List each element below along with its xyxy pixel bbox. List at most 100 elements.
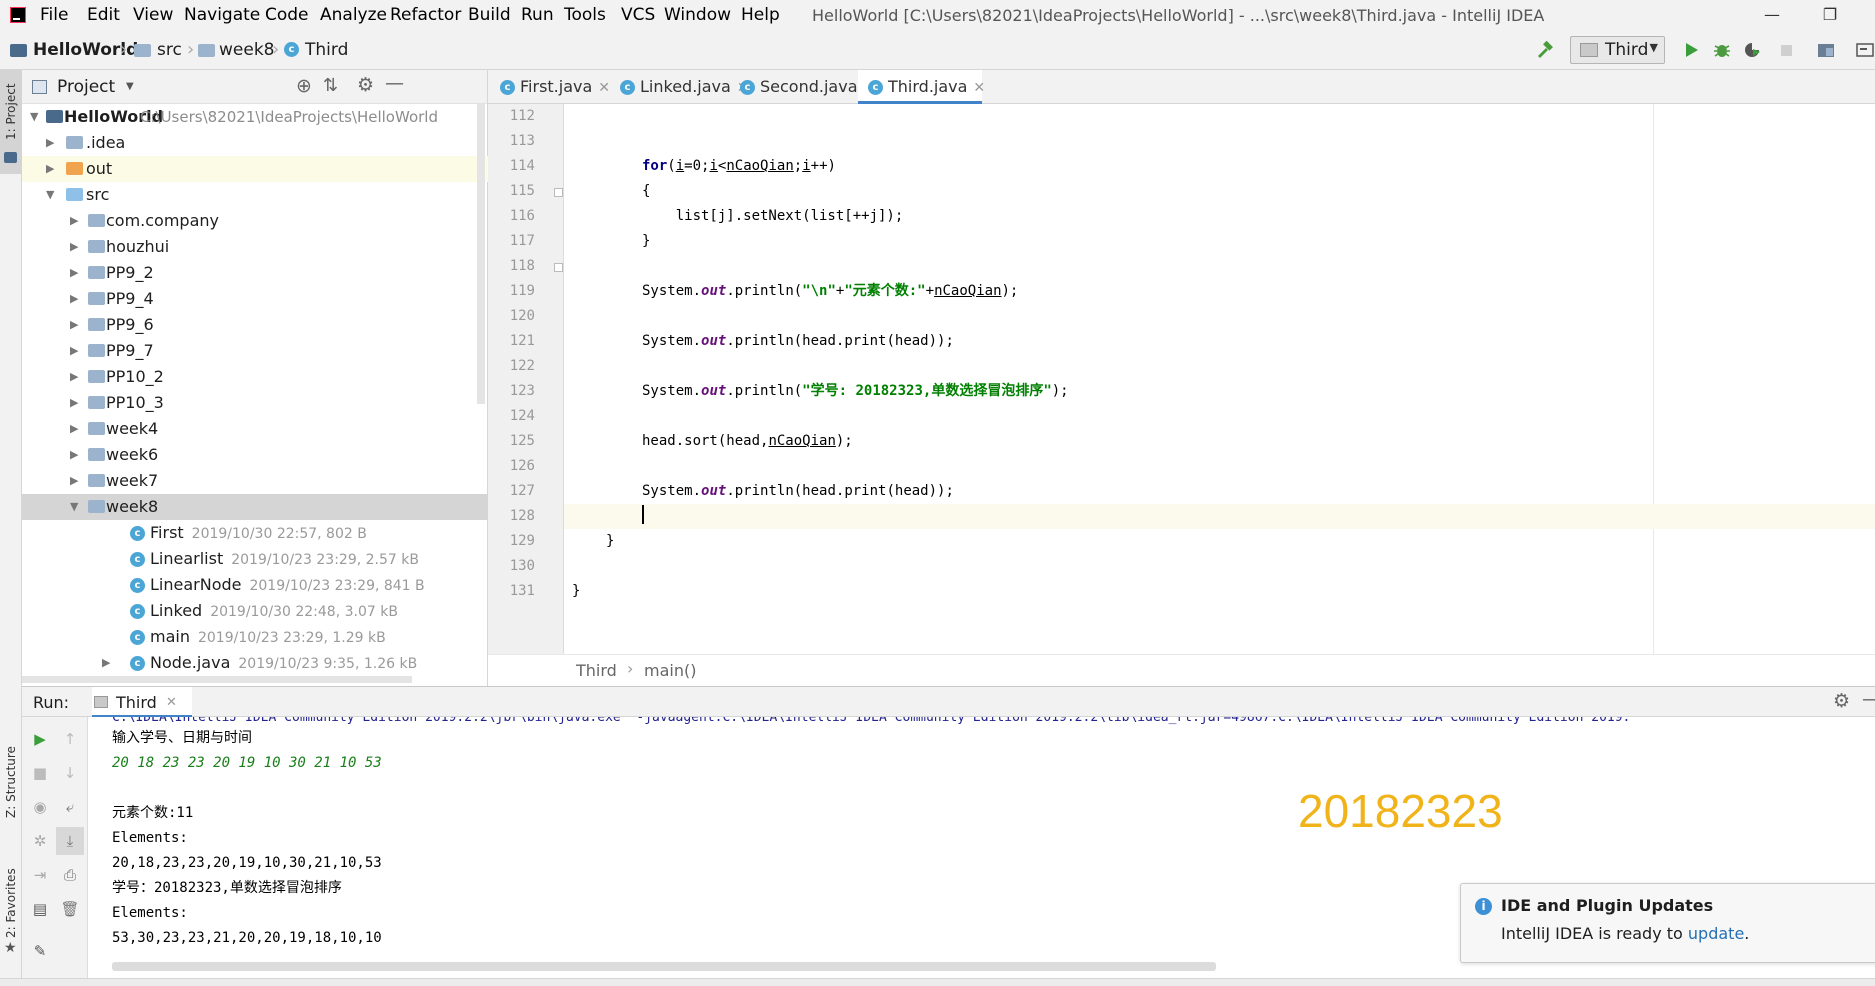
breadcrumb-src[interactable]: src	[157, 40, 182, 60]
restore-button[interactable]: ❐	[1810, 2, 1850, 28]
run-icon[interactable]	[1681, 40, 1701, 60]
tree-file-row[interactable]: c main 2019/10/23 23:29, 1.29 kB	[22, 624, 488, 650]
console-hscrollbar[interactable]	[112, 962, 1216, 971]
pin-tab-icon[interactable]: ✲	[30, 831, 50, 851]
gear-icon[interactable]: ⚙	[1833, 690, 1850, 712]
code-line-125[interactable]: head.sort(head,nCaoQian);	[564, 429, 1875, 454]
tree-item-package[interactable]: ▶ PP9_4	[22, 286, 488, 312]
project-hscrollbar[interactable]	[22, 676, 412, 683]
print-icon[interactable]: ⎙	[60, 865, 80, 885]
close-icon[interactable]: ✕	[598, 80, 610, 96]
tree-item-package[interactable]: ▶ PP10_3	[22, 390, 488, 416]
tab-second-java[interactable]: cSecond.java✕	[730, 70, 875, 104]
tree-item-out[interactable]: ▶ out	[22, 156, 488, 182]
locate-file-icon[interactable]: ⊕	[296, 75, 312, 97]
menu-file[interactable]: File	[40, 5, 68, 25]
menu-build[interactable]: Build	[468, 5, 511, 25]
tab-first-java[interactable]: c First.java ✕	[490, 70, 610, 104]
exit-icon[interactable]: ⇥	[30, 865, 50, 885]
tree-item-idea[interactable]: ▶ .idea	[22, 130, 488, 156]
build-hammer-icon[interactable]	[1535, 40, 1555, 60]
run-tab-third[interactable]: Third ✕	[92, 687, 192, 717]
code-line-123[interactable]: System.out.println("学号: 20182323,单数选择冒泡排…	[564, 379, 1875, 404]
tree-item-package[interactable]: ▶ week4	[22, 416, 488, 442]
update-notification[interactable]: i IDE and Plugin Updates IntelliJ IDEA i…	[1460, 883, 1875, 963]
code-line-129[interactable]: }	[564, 529, 1875, 554]
stop-icon[interactable]	[1776, 40, 1796, 60]
project-view-dropdown-icon[interactable]: ▼	[126, 81, 134, 92]
tree-item-package[interactable]: ▶ PP10_2	[22, 364, 488, 390]
layout-icon[interactable]: ▤	[30, 899, 50, 919]
editor-breadcrumb-method[interactable]: main()	[644, 661, 696, 680]
tree-item-package[interactable]: ▶ PP9_6	[22, 312, 488, 338]
menu-run[interactable]: Run	[521, 5, 554, 25]
tree-file-row[interactable]: c LinearNode 2019/10/23 23:29, 841 B	[22, 572, 488, 598]
editor-breadcrumb-class[interactable]: Third	[576, 661, 617, 680]
breadcrumb-file[interactable]: Third	[305, 40, 348, 60]
project-view-title[interactable]: Project	[57, 77, 115, 97]
arrow-down-icon[interactable]: ↓	[60, 763, 80, 783]
debug-icon[interactable]	[1712, 40, 1732, 60]
tree-item-package[interactable]: ▶ houzhui	[22, 234, 488, 260]
menu-window[interactable]: Window	[664, 5, 731, 25]
collapse-all-icon[interactable]: ⇅	[323, 75, 338, 96]
code-line-131[interactable]: }	[564, 579, 1875, 604]
scroll-to-end-icon[interactable]: ⤓	[56, 827, 84, 855]
code-line-128-current[interactable]	[564, 504, 1875, 529]
arrow-up-icon[interactable]: ↑	[60, 729, 80, 749]
minimize-button[interactable]: —	[1752, 2, 1792, 28]
code-line-119[interactable]: System.out.println("\n"+"元素个数:"+nCaoQian…	[564, 279, 1875, 304]
menu-refactor[interactable]: Refactor	[390, 5, 461, 25]
menu-view[interactable]: View	[133, 5, 173, 25]
code-line-117[interactable]: }	[564, 229, 1875, 254]
sdk-icon[interactable]	[1855, 40, 1875, 60]
pin-icon[interactable]: ✎	[30, 941, 50, 961]
tree-file-row[interactable]: c Linearlist 2019/10/23 23:29, 2.57 kB	[22, 546, 488, 572]
hide-panel-icon[interactable]: —	[1862, 688, 1875, 710]
code-line-114[interactable]: for(i=0;i<nCaoQian;i++)	[564, 154, 1875, 179]
tree-file-row[interactable]: ▶ c Node.java 2019/10/23 9:35, 1.26 kB	[22, 650, 488, 676]
tree-item-package[interactable]: ▶ PP9_2	[22, 260, 488, 286]
menu-navigate[interactable]: Navigate	[184, 5, 260, 25]
menu-vcs[interactable]: VCS	[621, 5, 655, 25]
fold-icon[interactable]	[554, 188, 563, 197]
code-line-115[interactable]: {	[564, 179, 1875, 204]
tab-third-java[interactable]: c Third.java ✕	[858, 70, 985, 104]
close-icon[interactable]: ✕	[166, 695, 177, 710]
rerun-icon[interactable]: ▶	[30, 729, 50, 749]
project-tool-tab[interactable]: 1: Project	[0, 70, 22, 174]
tree-item-src[interactable]: ▼ src	[22, 182, 488, 208]
fold-icon[interactable]	[554, 263, 563, 272]
menu-edit[interactable]: Edit	[87, 5, 120, 25]
soft-wrap-icon[interactable]: ⤶	[60, 797, 80, 817]
project-structure-icon[interactable]	[1816, 40, 1836, 60]
menu-analyze[interactable]: Analyze	[320, 5, 387, 25]
code-line-121[interactable]: System.out.println(head.print(head));	[564, 329, 1875, 354]
menu-tools[interactable]: Tools	[564, 5, 606, 25]
tree-item-package[interactable]: ▶ com.company	[22, 208, 488, 234]
tree-file-row[interactable]: c Linked 2019/10/30 22:48, 3.07 kB	[22, 598, 488, 624]
gear-icon[interactable]: ⚙	[357, 74, 374, 96]
update-link[interactable]: update	[1688, 924, 1744, 943]
project-scrollbar[interactable]	[477, 104, 485, 404]
tree-item-package[interactable]: ▶ week7	[22, 468, 488, 494]
hide-panel-icon[interactable]: —	[385, 72, 404, 94]
tree-item-package[interactable]: ▶ PP9_7	[22, 338, 488, 364]
run-with-coverage-icon[interactable]	[1742, 40, 1762, 60]
menu-help[interactable]: Help	[741, 5, 780, 25]
code-line-127[interactable]: System.out.println(head.print(head));	[564, 479, 1875, 504]
tree-file-row[interactable]: c First 2019/10/30 22:57, 802 B	[22, 520, 488, 546]
tab-linked-java[interactable]: cLinked.java✕	[610, 70, 749, 104]
run-configuration-select[interactable]: Third ▼	[1570, 36, 1665, 64]
code-line-116[interactable]: list[j].setNext(list[++j]);	[564, 204, 1875, 229]
tree-root-helloworld[interactable]: ▼ HelloWorld C:\Users\82021\IdeaProjects…	[22, 104, 488, 130]
structure-tool-label[interactable]: Z: Structure	[4, 746, 18, 818]
tree-item-week8-selected[interactable]: ▼ week8	[22, 494, 488, 520]
trash-icon[interactable]: 🗑	[60, 899, 80, 919]
menu-code[interactable]: Code	[265, 5, 309, 25]
close-icon[interactable]: ✕	[973, 80, 985, 96]
favorites-tool-label[interactable]: 2: Favorites	[4, 868, 18, 938]
tree-item-package[interactable]: ▶ week6	[22, 442, 488, 468]
camera-icon[interactable]: ◉	[30, 797, 50, 817]
stop-icon[interactable]: ■	[30, 763, 50, 783]
